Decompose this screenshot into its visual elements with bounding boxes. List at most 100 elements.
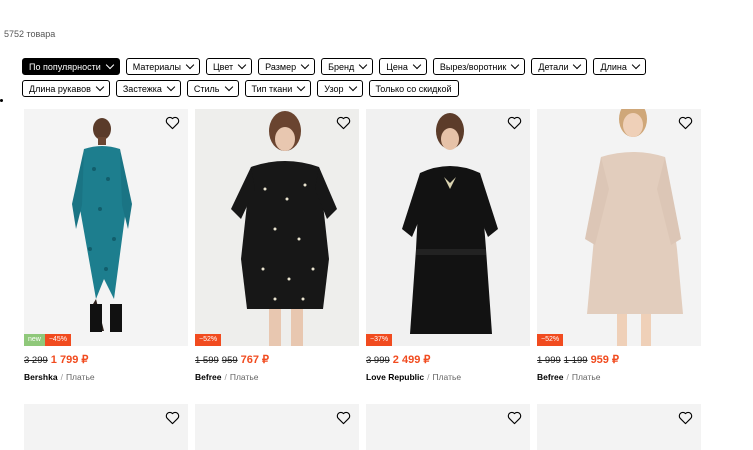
product-card[interactable] (537, 404, 701, 450)
filter-label: Цвет (213, 61, 234, 72)
product-card[interactable] (24, 404, 188, 450)
product-card[interactable]: new −45% 3 299 1 799 ₽ Bershka / Платье (24, 109, 188, 382)
filter-label: Вырез/воротник (439, 61, 507, 72)
filter-label: Узор (324, 83, 344, 94)
chevron-down-icon (412, 60, 422, 70)
filter-label: Материалы (132, 61, 181, 72)
chevron-down-icon (185, 60, 195, 70)
price-row: 3 999 2 499 ₽ (366, 353, 530, 366)
chevron-down-icon (573, 60, 582, 70)
brand-name[interactable]: Befree (195, 372, 221, 382)
filter-label: Детали (538, 61, 569, 72)
heart-icon[interactable] (165, 116, 180, 130)
chevron-down-icon (631, 60, 641, 70)
filter-label: Застежка (122, 83, 162, 94)
filter-filters_row2-3[interactable]: Тип ткани (244, 80, 312, 97)
scroll-marker (0, 99, 3, 102)
chevron-down-icon (105, 60, 115, 70)
current-price: 959 ₽ (590, 354, 619, 366)
brand-name[interactable]: Love Republic (366, 372, 424, 382)
discount-badge: −37% (366, 334, 393, 346)
product-card[interactable]: −52% 1 999 1 199 959 ₽ Befree / Платье (537, 109, 701, 382)
price-row: 3 299 1 799 ₽ (24, 353, 188, 366)
product-image[interactable]: −37% (366, 109, 530, 346)
filter-label: По популярности (29, 61, 101, 72)
filter-filters_row1-5[interactable]: Цена (379, 58, 427, 75)
heart-icon[interactable] (678, 411, 693, 425)
filter-filters_row2-0[interactable]: Длина рукавов (22, 80, 110, 97)
filter-label: Длина (600, 61, 627, 72)
product-card[interactable] (366, 404, 530, 450)
separator: / (427, 372, 430, 382)
new-badge: new (24, 334, 45, 346)
product-meta: Befree / Платье (195, 372, 359, 382)
filter-filters_row1-2[interactable]: Цвет (206, 58, 253, 75)
filter-filters_row1-0[interactable]: По популярности (22, 58, 120, 75)
black-collar-dress-image (366, 109, 530, 346)
old-price: 3 999 (366, 355, 390, 366)
discount-badge: −52% (537, 334, 564, 346)
filter-filters_row1-1[interactable]: Материалы (125, 58, 200, 75)
product-meta: Befree / Платье (537, 372, 701, 382)
badge-group: −52% (537, 334, 564, 346)
filter-label: Размер (265, 61, 297, 72)
heart-icon[interactable] (336, 411, 351, 425)
chevron-down-icon (511, 60, 520, 70)
chevron-down-icon (359, 60, 368, 70)
filter-label: Только со скидкой (375, 83, 452, 94)
product-image[interactable]: −52% (537, 109, 701, 346)
product-image[interactable] (537, 404, 701, 450)
results-count: 5752 товара (4, 29, 56, 39)
filter-filters_row1-7[interactable]: Детали (531, 58, 588, 75)
product-image[interactable] (195, 404, 359, 450)
black-polka-dress-image (195, 109, 359, 346)
filter-label: Бренд (328, 61, 355, 72)
filter-filters_row2-2[interactable]: Стиль (186, 80, 239, 97)
separator: / (60, 372, 63, 382)
filter-filters_row2-4[interactable]: Узор (317, 80, 363, 97)
heart-icon[interactable] (678, 116, 693, 130)
separator: / (224, 372, 227, 382)
brand-name[interactable]: Befree (537, 372, 563, 382)
product-image[interactable]: −52% (195, 109, 359, 346)
heart-icon[interactable] (507, 116, 522, 130)
category-name: Платье (432, 372, 462, 382)
category-name: Платье (229, 372, 259, 382)
filter-filters_row1-3[interactable]: Размер (258, 58, 316, 75)
old-price: 1 599 (195, 355, 219, 366)
chevron-down-icon (348, 82, 357, 92)
product-card[interactable] (195, 404, 359, 450)
chevron-down-icon (237, 60, 247, 70)
filter-filters_row1-6[interactable]: Вырез/воротник (432, 58, 526, 75)
old-price: 1 999 (537, 355, 561, 366)
filter-label: Цена (386, 61, 408, 72)
brand-name[interactable]: Bershka (24, 372, 58, 382)
chevron-down-icon (95, 82, 105, 92)
filter-filters_row1-4[interactable]: Бренд (321, 58, 374, 75)
old-price: 959 (221, 355, 238, 366)
filter-bar-row-1: По популярности Материалы Цвет Размер Бренд Ц… (22, 58, 722, 75)
chevron-down-icon (300, 60, 310, 70)
heart-icon[interactable] (507, 411, 522, 425)
badge-group: new −45% (24, 334, 71, 346)
filter-filters_row2-5[interactable]: Только со скидкой (368, 80, 459, 97)
price-row: 1 999 1 199 959 ₽ (537, 353, 701, 366)
product-card[interactable]: −52% 1 599 959 767 ₽ Befree / Платье (195, 109, 359, 382)
current-price: 767 ₽ (240, 354, 270, 366)
filter-filters_row2-1[interactable]: Застежка (115, 80, 181, 97)
product-image[interactable] (24, 404, 188, 450)
chevron-down-icon (166, 82, 176, 92)
heart-icon[interactable] (165, 411, 180, 425)
product-image[interactable]: new −45% (24, 109, 188, 346)
filter-filters_row1-8[interactable]: Длина (593, 58, 646, 75)
current-price: 2 499 ₽ (392, 354, 431, 366)
beige-dress-image (537, 109, 701, 346)
discount-badge: −52% (195, 334, 222, 346)
product-image[interactable] (366, 404, 530, 450)
chevron-down-icon (297, 82, 306, 92)
product-card[interactable]: −37% 3 999 2 499 ₽ Love Republic / Платье (366, 109, 530, 382)
separator: / (566, 372, 569, 382)
heart-icon[interactable] (336, 116, 351, 130)
badge-group: −37% (366, 334, 393, 346)
badge-group: −52% (195, 334, 222, 346)
